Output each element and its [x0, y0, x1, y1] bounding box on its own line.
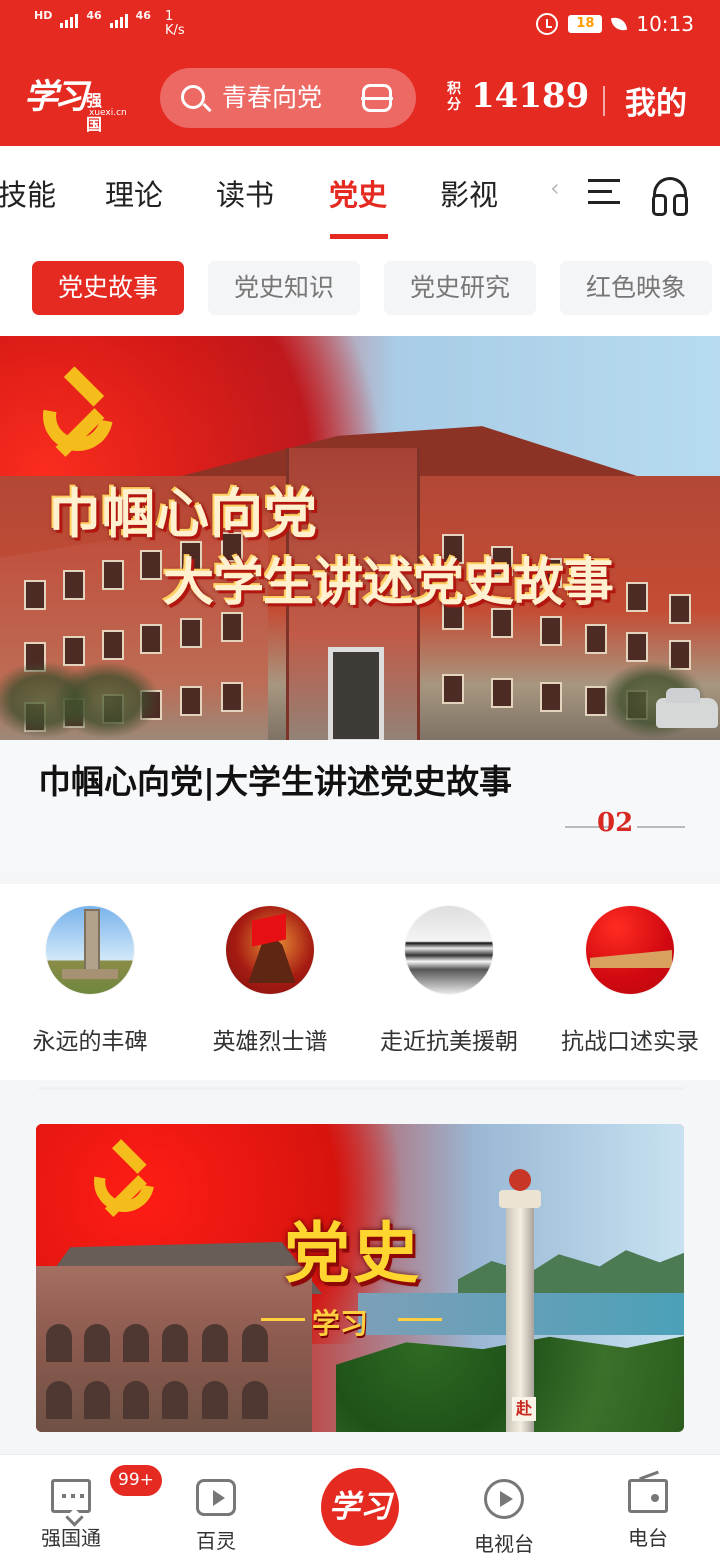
tabs-fade	[558, 146, 718, 240]
chat-icon	[51, 1479, 91, 1513]
hd-indicator: HD	[34, 9, 53, 22]
search-icon	[181, 85, 205, 109]
system-status: 18 10:13	[536, 12, 694, 36]
tab-skills[interactable]: 技能	[0, 172, 56, 214]
hero-caption-area[interactable]: 巾帼心向党|大学生讲述党史故事 02	[0, 740, 720, 872]
bottom-navigation: 99+ 强国通 百灵 学习 电视台 电台	[0, 1454, 720, 1560]
tab-reading[interactable]: 读书	[216, 172, 274, 214]
quick-link-heroes-martyrs[interactable]: 英雄烈士谱	[185, 906, 355, 1056]
subtitle-line-left	[261, 1318, 305, 1321]
nav-label: 电视台	[474, 1532, 534, 1556]
play-circle-icon	[484, 1479, 524, 1519]
chip-history-knowledge[interactable]: 党史知识	[208, 261, 360, 315]
tab-film[interactable]: 影视	[440, 172, 498, 214]
hammer-and-sickle-icon	[29, 366, 127, 465]
status-bar: HD 46 46 1 K/s 18 10:13	[0, 0, 720, 52]
hero-title-line-1: 巾帼心向党	[48, 484, 318, 545]
section-divider	[38, 1087, 684, 1090]
nav-label: 电台	[628, 1526, 668, 1550]
nav-label: 百灵	[196, 1529, 236, 1553]
header-divider	[603, 86, 605, 116]
logo-script: 学习	[24, 77, 88, 117]
search-query: 青春向党	[222, 83, 323, 112]
monument-icon	[46, 906, 134, 994]
history-subcategories: 党史故事 党史知识 党史研究 红色映象	[0, 240, 720, 336]
signal-icon	[60, 10, 79, 28]
video-play-icon	[196, 1479, 236, 1516]
quick-link-label: 永远的丰碑	[32, 1029, 148, 1055]
clock: 10:13	[636, 12, 694, 36]
quick-link-label: 走近抗美援朝	[380, 1029, 518, 1055]
pager-line-right	[637, 826, 685, 828]
banner-subtitle: 学习	[312, 1307, 369, 1340]
chip-red-images[interactable]: 红色映象	[560, 261, 712, 315]
historic-house-image	[36, 1266, 312, 1432]
channel-tabs: 技能 理论 读书 党史 影视 ‹	[0, 146, 720, 240]
great-wall-flag-icon	[586, 906, 674, 994]
monument-inscription: 赴	[512, 1397, 536, 1421]
xuexi-logo[interactable]: 学习 强国 xuexi.cn	[24, 69, 127, 134]
subtitle-line-right	[398, 1318, 442, 1321]
party-history-learning-banner[interactable]: 党史 学习 赴	[36, 1124, 684, 1432]
hammer-and-sickle-icon	[82, 1139, 167, 1224]
nav-radio[interactable]: 电台	[598, 1479, 698, 1551]
points-value[interactable]: 14189	[471, 76, 589, 116]
nav-label: 强国通	[41, 1526, 101, 1550]
network-generation-1: 46	[86, 9, 102, 22]
xuexi-app-screen: HD 46 46 1 K/s 18 10:13 学习 强国 xuexi.cn 青…	[0, 0, 720, 1560]
radio-icon	[628, 1479, 668, 1513]
parked-car-image	[656, 688, 718, 728]
quick-link-eternal-monument[interactable]: 永远的丰碑	[5, 906, 175, 1056]
xuexi-center-button[interactable]: 学习	[321, 1468, 399, 1546]
top-red-header: HD 46 46 1 K/s 18 10:13 学习 强国 xuexi.cn 青…	[0, 0, 720, 146]
nav-bailing[interactable]: 百灵	[166, 1479, 266, 1554]
unread-badge: 99+	[110, 1465, 162, 1496]
network-status: HD 46 46 1 K/s	[34, 10, 185, 38]
hero-caption: 巾帼心向党|大学生讲述党史故事	[38, 762, 513, 801]
quick-link-war-oral-history[interactable]: 抗战口述实录	[545, 906, 715, 1056]
alarm-icon	[536, 13, 559, 35]
network-generation-2: 46	[135, 9, 151, 22]
nav-qiangguo-tong[interactable]: 99+ 强国通	[21, 1465, 162, 1551]
river-crossing-icon	[405, 906, 493, 994]
quick-link-korean-war[interactable]: 走近抗美援朝	[364, 906, 534, 1056]
signal-icon	[109, 10, 128, 28]
headphone-icon[interactable]	[652, 177, 688, 216]
chip-history-research[interactable]: 党史研究	[384, 261, 536, 315]
tab-party-history[interactable]: 党史	[329, 172, 389, 239]
app-header: 学习 强国 xuexi.cn 青春向党 积分 14189 我的	[0, 60, 720, 140]
network-speed: 1 K/s	[164, 9, 185, 38]
battery-icon: 18	[568, 15, 603, 33]
tab-theory[interactable]: 理论	[105, 172, 163, 214]
hero-title-line-2: 大学生讲述党史故事	[163, 554, 614, 613]
quick-link-label: 英雄烈士谱	[212, 1029, 328, 1055]
hero-banner[interactable]: 巾帼心向党 大学生讲述党史故事	[0, 336, 720, 740]
banner-title: 党史	[284, 1214, 422, 1292]
points-label: 积分	[447, 81, 461, 113]
carousel-page-number: 02	[597, 808, 634, 838]
quick-link-grid: 永远的丰碑 英雄烈士谱 走近抗美援朝 抗战口述实录	[0, 884, 720, 1090]
nav-tv-station[interactable]: 电视台	[454, 1479, 554, 1557]
chip-history-stories[interactable]: 党史故事	[32, 261, 184, 315]
logo-site: xuexi.cn	[89, 108, 127, 118]
search-box[interactable]: 青春向党	[160, 68, 416, 128]
leaf-icon	[611, 15, 628, 33]
mine-button[interactable]: 我的	[625, 78, 687, 123]
menu-icon[interactable]	[588, 179, 620, 205]
more-tabs-chevron-icon: ‹	[550, 174, 560, 202]
hero-statue-icon	[226, 906, 314, 994]
scan-icon[interactable]	[361, 84, 393, 112]
quick-link-label: 抗战口述实录	[561, 1029, 699, 1055]
